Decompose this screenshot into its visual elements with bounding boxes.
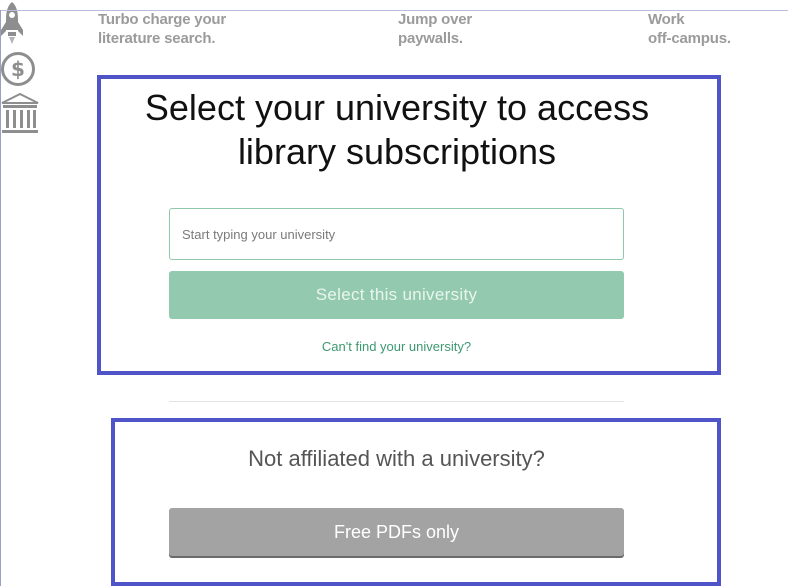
dollar-icon: $ [0, 52, 36, 91]
feature-paywalls-line2: paywalls. [398, 30, 463, 47]
free-pdfs-button[interactable]: Free PDFs only [169, 508, 624, 556]
feature-paywalls-line1: Jump over [398, 11, 473, 28]
title-line2: library subscriptions [237, 131, 557, 172]
frame-left-border [0, 10, 1, 586]
cant-find-university-link[interactable]: Can't find your university? [169, 339, 624, 354]
section-divider [169, 401, 624, 402]
page-title: Select your university to access library… [97, 86, 697, 174]
university-search-input[interactable] [169, 208, 624, 260]
library-icon [0, 92, 40, 140]
feature-offcampus-line2: off-campus. [648, 30, 731, 47]
title-line1: Select your university to access [144, 87, 650, 128]
feature-offcampus-line1: Work [648, 11, 685, 28]
svg-text:$: $ [11, 57, 25, 81]
feature-turbo-line2: literature search. [98, 30, 216, 47]
rocket-icon [0, 2, 24, 50]
select-university-button[interactable]: Select this university [169, 271, 624, 319]
feature-turbo-line1: Turbo charge your [98, 11, 227, 28]
not-affiliated-heading: Not affiliated with a university? [248, 446, 545, 471]
